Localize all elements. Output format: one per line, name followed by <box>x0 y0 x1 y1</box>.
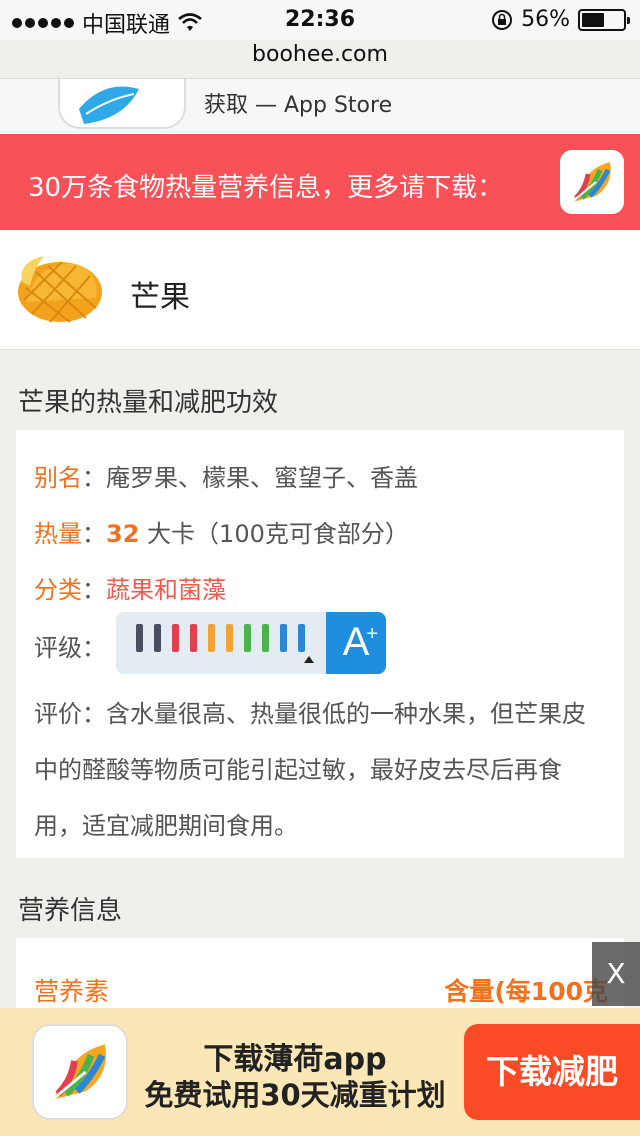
boohee-app-icon[interactable] <box>560 150 624 214</box>
grade-bar <box>244 624 251 652</box>
grade-badge: A + <box>326 612 386 674</box>
food-info-card: 别名：庵罗果、檬果、蜜望子、香盖 热量：32 大卡（100克可食部分） 分类：蔬… <box>16 430 624 858</box>
rotation-lock-icon <box>492 9 513 30</box>
smart-app-banner[interactable]: 获取 — App Store <box>0 78 640 134</box>
battery-icon <box>578 8 630 31</box>
grade-bar <box>262 624 269 652</box>
review-text: 评价：含水量很高、热量很低的一种水果，但芒果皮中的醛酸等物质可能引起过敏，最好皮… <box>34 700 586 840</box>
grade-meter: A + <box>116 612 386 674</box>
grade-bar <box>154 624 161 652</box>
grade-label: 评级 <box>34 634 82 662</box>
battery-percent: 56% <box>521 7 570 32</box>
category-label: 分类 <box>34 576 82 604</box>
section-title-calories: 芒果的热量和减肥功效 <box>18 388 279 418</box>
section-title-nutrition: 营养信息 <box>18 896 123 926</box>
review-body: 含水量很高、热量很低的一种水果，但芒果皮中的醛酸等物质可能引起过敏，最好皮去尽后… <box>34 700 586 840</box>
food-name: 芒果 <box>130 280 190 315</box>
category-link[interactable]: 蔬果和菌藻 <box>106 576 226 604</box>
alias-row: 别名：庵罗果、檬果、蜜望子、香盖 <box>34 464 418 492</box>
app-promo-bar[interactable]: 下载薄荷app 免费试用30天减重计划 下载减肥 <box>0 1008 640 1136</box>
status-right: 56% <box>491 7 630 32</box>
app-icon[interactable] <box>58 79 186 129</box>
food-header: 芒果 <box>0 230 640 350</box>
app-store-link[interactable]: 获取 — App Store <box>204 87 392 119</box>
amount-header: 含量(每100克 <box>444 977 608 1006</box>
grade-pointer <box>304 656 314 663</box>
close-button[interactable]: X <box>592 942 640 1006</box>
grade-bar <box>298 624 305 652</box>
download-banner[interactable]: 30万条食物热量营养信息，更多请下载： <box>0 134 640 230</box>
grade-bar <box>226 624 233 652</box>
grade-bar <box>208 624 215 652</box>
calorie-unit: 大卡（100克可食部分） <box>147 520 409 548</box>
grade-row: 评级： <box>34 634 106 662</box>
status-bar: 中国联通 22:36 56% <box>0 0 640 40</box>
banner-text: 30万条食物热量营养信息，更多请下载： <box>28 173 504 203</box>
alias-label: 别名 <box>34 464 82 492</box>
mango-image <box>18 256 102 323</box>
promo-app-icon[interactable] <box>32 1024 128 1120</box>
calorie-label: 热量 <box>34 520 82 548</box>
grade-bar <box>190 624 197 652</box>
review-label: 评价 <box>34 700 82 728</box>
grade-bar <box>172 624 179 652</box>
grade-bar <box>136 624 143 652</box>
category-row: 分类：蔬果和菌藻 <box>34 576 226 604</box>
url-bar[interactable]: boohee.com <box>0 42 640 67</box>
grade-bar <box>280 624 287 652</box>
calorie-row: 热量：32 大卡（100克可食部分） <box>34 520 409 548</box>
nutrient-header: 营养素 <box>34 977 110 1006</box>
download-button[interactable]: 下载减肥 <box>464 1024 640 1120</box>
alias-value: 庵罗果、檬果、蜜望子、香盖 <box>106 464 418 492</box>
promo-line2: 免费试用30天减重计划 <box>144 1078 446 1112</box>
nutrition-table: 营养素 含量(每100克 <box>16 938 624 1018</box>
calorie-value: 32 <box>106 520 140 548</box>
